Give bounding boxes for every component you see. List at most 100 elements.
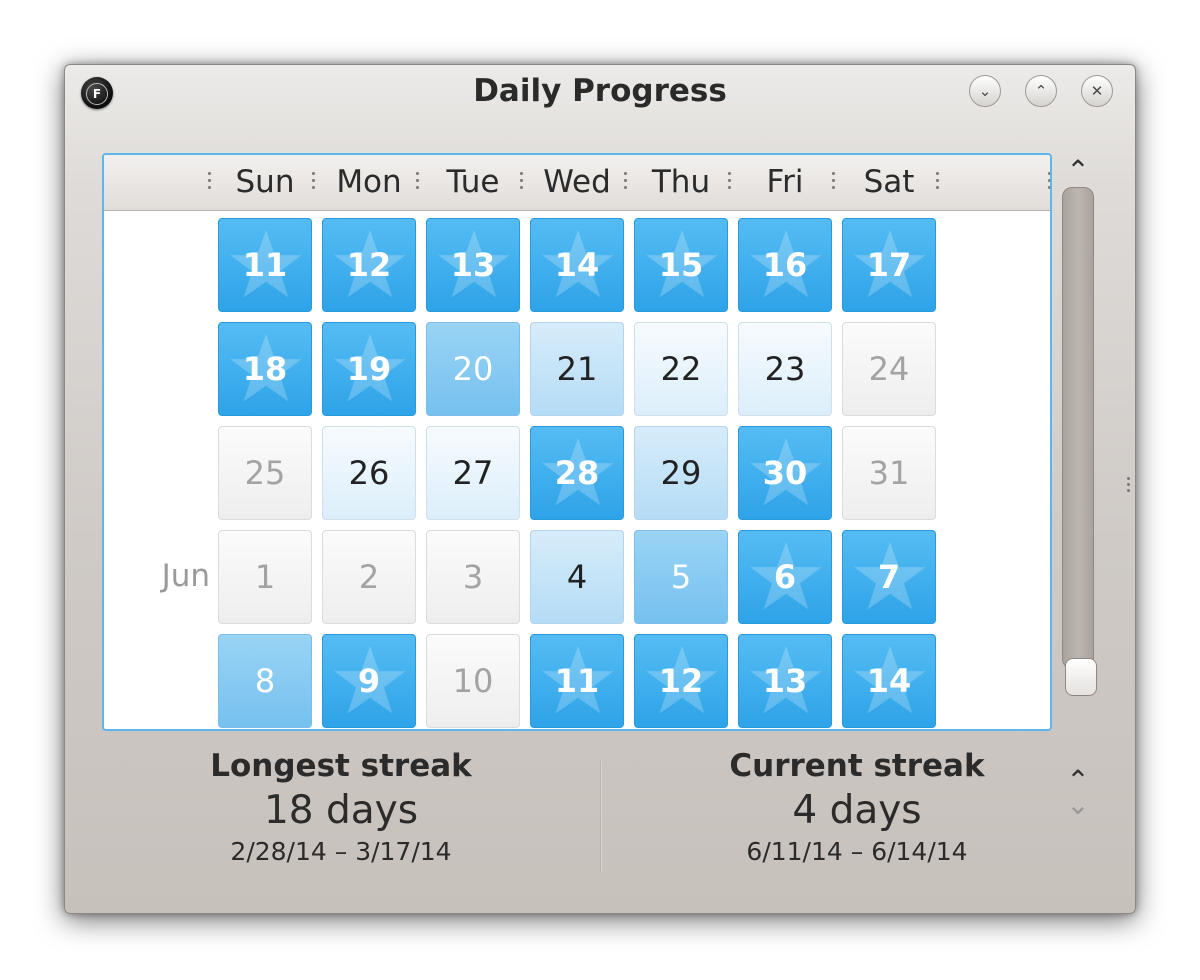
- day-number: 13: [450, 246, 496, 284]
- day-number: 11: [242, 246, 288, 284]
- weekday-header-wed[interactable]: Wed: [530, 155, 624, 210]
- title-bar[interactable]: F Daily Progress ⌄ ⌃ ✕: [65, 65, 1135, 125]
- weekday-header-sun[interactable]: Sun: [218, 155, 312, 210]
- day-cell[interactable]: 12: [634, 634, 728, 728]
- current-streak-label: Current streak: [729, 748, 985, 784]
- day-cell[interactable]: 10: [426, 634, 520, 728]
- day-cell[interactable]: 16: [738, 218, 832, 312]
- day-cell[interactable]: 4: [530, 530, 624, 624]
- minimize-button[interactable]: ⌄: [969, 75, 1001, 107]
- streak-stats: Longest streak 18 days 2/28/14 – 3/17/14…: [65, 745, 1135, 885]
- resize-grip-icon[interactable]: [1127, 477, 1131, 497]
- day-number: 16: [762, 246, 808, 284]
- day-cell[interactable]: 7: [842, 530, 936, 624]
- day-number: 11: [554, 662, 600, 700]
- day-number: 9: [357, 662, 381, 700]
- stats-divider: [600, 761, 602, 873]
- maximize-button[interactable]: ⌃: [1025, 75, 1057, 107]
- day-cell[interactable]: 8: [218, 634, 312, 728]
- day-number: 22: [660, 350, 702, 388]
- day-cell[interactable]: 3: [426, 530, 520, 624]
- day-cell[interactable]: 29: [634, 426, 728, 520]
- calendar-grid[interactable]: Sun Mon Tue Wed Thu Fri Sat 11 12 13 14 15 16 17 18 19…: [102, 153, 1052, 731]
- day-cell[interactable]: 24: [842, 322, 936, 416]
- day-number: 27: [452, 454, 494, 492]
- column-resize-handle[interactable]: [728, 172, 732, 194]
- day-cell[interactable]: 14: [842, 634, 936, 728]
- longest-streak-value: 18 days: [263, 788, 419, 833]
- day-number: 15: [658, 246, 704, 284]
- day-cell[interactable]: 11: [218, 218, 312, 312]
- day-number: 4: [566, 558, 588, 596]
- current-streak: Current streak 4 days 6/11/14 – 6/14/14: [617, 745, 1097, 869]
- day-number: 13: [762, 662, 808, 700]
- day-number: 29: [660, 454, 702, 492]
- scroll-track[interactable]: [1062, 187, 1097, 696]
- current-streak-range: 6/11/14 – 6/14/14: [746, 837, 968, 866]
- day-cell[interactable]: 25: [218, 426, 312, 520]
- day-cell[interactable]: 5: [634, 530, 728, 624]
- day-number: 18: [242, 350, 288, 388]
- day-cell[interactable]: 12: [322, 218, 416, 312]
- vertical-scrollbar[interactable]: ⌃ ⌃ ⌄: [1058, 157, 1098, 819]
- column-resize-handle[interactable]: [520, 172, 524, 194]
- day-cell[interactable]: 6: [738, 530, 832, 624]
- column-resize-handle[interactable]: [832, 172, 836, 194]
- day-number: 28: [554, 454, 600, 492]
- column-resize-handle[interactable]: [416, 172, 420, 194]
- day-cell[interactable]: 9: [322, 634, 416, 728]
- day-cell[interactable]: 26: [322, 426, 416, 520]
- column-resize-handle[interactable]: [1048, 172, 1050, 194]
- day-cell[interactable]: 15: [634, 218, 728, 312]
- day-cell[interactable]: 2: [322, 530, 416, 624]
- column-resize-handle[interactable]: [312, 172, 316, 194]
- day-number: 30: [762, 454, 808, 492]
- column-resize-handle[interactable]: [208, 172, 212, 194]
- day-number: 23: [764, 350, 806, 388]
- day-number: 25: [244, 454, 286, 492]
- close-button[interactable]: ✕: [1081, 75, 1113, 107]
- day-cell[interactable]: 20: [426, 322, 520, 416]
- day-number: 6: [773, 558, 797, 596]
- longest-streak-range: 2/28/14 – 3/17/14: [230, 837, 452, 866]
- weekday-header-thu[interactable]: Thu: [634, 155, 728, 210]
- scroll-thumb[interactable]: [1065, 658, 1097, 696]
- day-cell[interactable]: 21: [530, 322, 624, 416]
- day-cell[interactable]: 17: [842, 218, 936, 312]
- day-number: 24: [868, 350, 910, 388]
- column-resize-handle[interactable]: [936, 172, 940, 194]
- day-number: 10: [452, 662, 494, 700]
- day-cell[interactable]: 31: [842, 426, 936, 520]
- day-number: 31: [868, 454, 910, 492]
- scroll-up-arrow-icon[interactable]: ⌃: [1062, 157, 1094, 185]
- weekday-header-tue[interactable]: Tue: [426, 155, 520, 210]
- day-cell[interactable]: 30: [738, 426, 832, 520]
- weekday-header-fri[interactable]: Fri: [738, 155, 832, 210]
- day-cell[interactable]: 1: [218, 530, 312, 624]
- day-cell[interactable]: 14: [530, 218, 624, 312]
- current-streak-value: 4 days: [792, 788, 922, 833]
- day-number: 20: [452, 350, 494, 388]
- day-number: 2: [358, 558, 380, 596]
- weekday-header: Sun Mon Tue Wed Thu Fri Sat: [104, 155, 1050, 211]
- day-cell[interactable]: 28: [530, 426, 624, 520]
- weekday-header-mon[interactable]: Mon: [322, 155, 416, 210]
- weekday-header-sat[interactable]: Sat: [842, 155, 936, 210]
- longest-streak-label: Longest streak: [210, 748, 472, 784]
- day-number: 14: [554, 246, 600, 284]
- day-cell[interactable]: 22: [634, 322, 728, 416]
- column-resize-handle[interactable]: [624, 172, 628, 194]
- month-label: Jun: [161, 558, 210, 594]
- day-number: 17: [866, 246, 912, 284]
- day-cell[interactable]: 18: [218, 322, 312, 416]
- day-cell[interactable]: 23: [738, 322, 832, 416]
- day-cell[interactable]: 27: [426, 426, 520, 520]
- day-cell[interactable]: 19: [322, 322, 416, 416]
- day-number: 19: [346, 350, 392, 388]
- day-cell[interactable]: 11: [530, 634, 624, 728]
- day-number: 3: [462, 558, 484, 596]
- day-cell[interactable]: 13: [738, 634, 832, 728]
- day-number: 14: [866, 662, 912, 700]
- day-cell[interactable]: 13: [426, 218, 520, 312]
- day-number: 7: [877, 558, 901, 596]
